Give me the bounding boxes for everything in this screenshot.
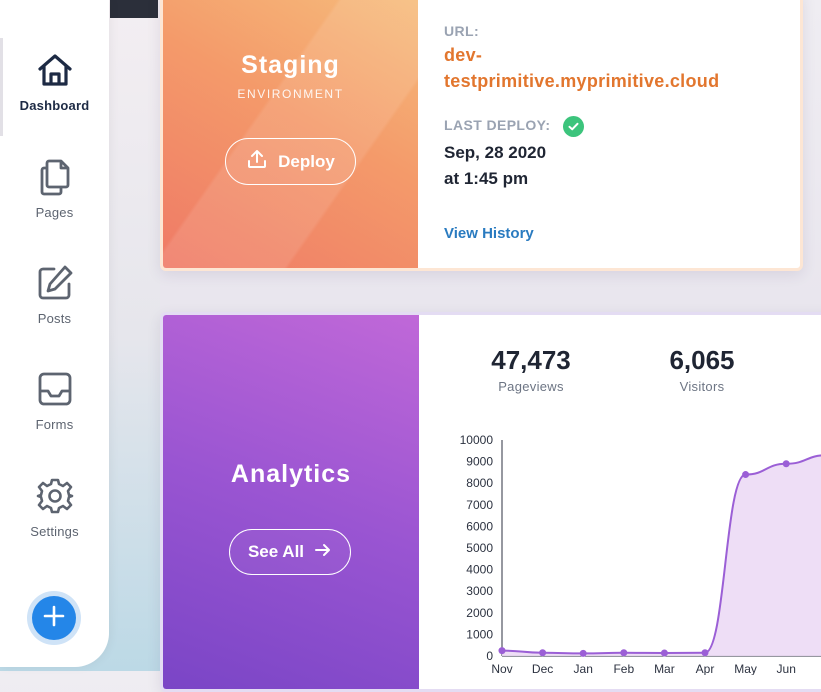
sidebar-item-dashboard[interactable]: Dashboard [0, 50, 109, 113]
x-tick-label: Mar [654, 662, 675, 675]
data-point [742, 471, 750, 479]
environment-url[interactable]: dev- testprimitive.myprimitive.cloud [444, 42, 764, 94]
data-point [701, 649, 709, 657]
arrow-right-icon [314, 542, 332, 562]
sidebar-item-forms[interactable]: Forms [0, 369, 109, 432]
pageviews-value: 47,473 [491, 345, 571, 375]
analytics-panel: Analytics See All [163, 315, 419, 689]
sidebar: Dashboard Pages Posts Forms Settings [0, 0, 109, 667]
check-icon [562, 116, 584, 137]
pages-icon [0, 157, 109, 197]
analytics-title: Analytics [230, 460, 352, 488]
edit-icon [0, 263, 109, 303]
data-point [620, 649, 628, 657]
pageviews-label: Pageviews [498, 379, 564, 394]
data-point [539, 649, 547, 657]
y-tick-label: 10000 [460, 435, 494, 447]
x-tick-label: Feb [613, 662, 634, 675]
analytics-card: Analytics See All 47,473 Pageviews 6,065… [160, 312, 821, 692]
inbox-icon [0, 369, 109, 409]
see-all-label: See All [247, 542, 305, 561]
x-tick-label: Nov [491, 662, 512, 675]
y-tick-label: 9000 [466, 455, 493, 469]
last-deploy-text: LAST DEPLOY: [444, 117, 551, 134]
view-history-link[interactable]: View History [444, 225, 534, 242]
environment-url-line1: dev- [444, 45, 483, 65]
y-tick-label: 7000 [466, 498, 493, 512]
environment-url-line2: testprimitive.myprimitive.cloud [444, 71, 720, 91]
sidebar-item-label: Dashboard [19, 98, 90, 113]
environment-label: ENVIRONMENT [237, 87, 344, 101]
x-tick-label: May [734, 662, 757, 675]
data-point [660, 649, 668, 657]
home-icon [0, 50, 109, 90]
x-tick-label: Dec [532, 662, 553, 675]
chart-area [502, 455, 821, 656]
last-deploy-time: at 1:45 pm [444, 169, 529, 188]
see-all-button[interactable]: See All [229, 529, 351, 575]
y-tick-label: 4000 [466, 563, 493, 577]
visitors-value: 6,065 [669, 345, 735, 375]
sidebar-item-label: Forms [35, 417, 74, 432]
deploy-label: Deploy [278, 151, 335, 171]
sidebar-item-label: Pages [35, 205, 74, 220]
y-tick-label: 2000 [466, 606, 493, 620]
deploy-button[interactable]: Deploy [225, 138, 356, 185]
x-tick-label: Apr [696, 662, 715, 675]
url-label: URL: [444, 23, 480, 39]
staging-panel: Staging ENVIRONMENT Deploy [163, 0, 418, 268]
y-tick-label: 8000 [466, 476, 493, 490]
staging-title: Staging [241, 51, 340, 79]
last-deploy-date: Sep, 28 2020 [444, 143, 547, 162]
x-tick-label: Jun [777, 662, 796, 675]
y-tick-label: 0 [486, 649, 493, 663]
gear-icon [0, 476, 109, 516]
y-tick-label: 6000 [466, 519, 493, 533]
upload-icon [246, 148, 268, 175]
x-tick-label: Jan [574, 662, 593, 675]
sidebar-item-settings[interactable]: Settings [0, 476, 109, 539]
sidebar-item-pages[interactable]: Pages [0, 157, 109, 220]
sidebar-item-label: Settings [30, 524, 79, 539]
visitors-label: Visitors [679, 379, 725, 394]
data-point [782, 460, 790, 468]
plus-icon [42, 604, 66, 633]
data-point [579, 649, 587, 657]
data-point [498, 647, 506, 655]
sidebar-item-posts[interactable]: Posts [0, 263, 109, 326]
y-tick-label: 5000 [466, 541, 493, 555]
sidebar-item-label: Posts [37, 311, 72, 326]
last-deploy-label: LAST DEPLOY: [444, 116, 584, 137]
add-button[interactable] [32, 596, 76, 640]
pageviews-chart: 0 1000 2000 3000 4000 5000 6000 7000 8000 9000 100… [460, 435, 821, 675]
y-tick-label: 3000 [466, 584, 493, 598]
y-tick-label: 1000 [466, 627, 493, 641]
top-bar [110, 0, 158, 18]
staging-card: Staging ENVIRONMENT Deploy URL: dev- tes… [160, 0, 803, 271]
